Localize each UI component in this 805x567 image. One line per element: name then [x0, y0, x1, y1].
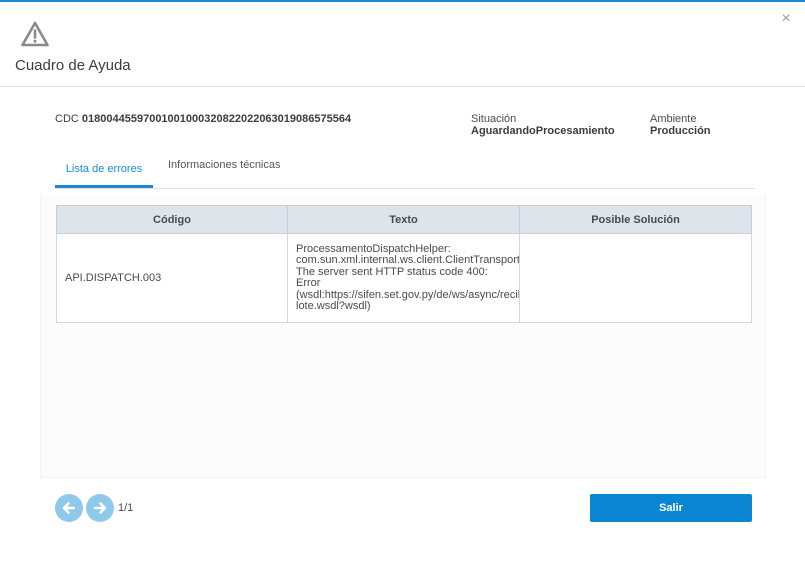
salir-button[interactable]: Salir [590, 494, 752, 522]
header-posible-solucion: Posible Solución [519, 205, 752, 234]
header-texto: Texto [287, 205, 520, 234]
table-row: API.DISPATCH.003 ProcessamentoDispatchHe… [56, 233, 752, 323]
table-header-row: Código Texto Posible Solución [56, 205, 752, 234]
cell-texto-content: ProcessamentoDispatchHelper: com.sun.xml… [296, 243, 519, 312]
header-codigo: Código [56, 205, 288, 234]
situacion-value: AguardandoProcesamiento [471, 125, 615, 137]
next-page-button[interactable] [86, 494, 114, 522]
cell-codigo: API.DISPATCH.003 [56, 233, 288, 323]
tab-bar: Lista de errores Informaciones técnicas [55, 153, 755, 189]
dialog-title: Cuadro de Ayuda [15, 57, 131, 74]
tab-informaciones-tecnicas[interactable]: Informaciones técnicas [168, 153, 288, 188]
cdc-label: CDC [55, 113, 79, 125]
cdc-value: 0180044559700100100032082202206301908657… [81, 113, 352, 125]
close-icon: × [781, 10, 791, 27]
arrow-left-icon [62, 502, 76, 514]
warning-triangle-icon [20, 20, 50, 48]
header-divider [0, 86, 805, 87]
cell-texto: ProcessamentoDispatchHelper: com.sun.xml… [287, 233, 520, 323]
errors-table: Código Texto Posible Solución API.DISPAT… [56, 205, 752, 323]
ambiente-label: Ambiente [650, 113, 697, 125]
arrow-right-icon [93, 502, 107, 514]
situacion-label: Situación [471, 113, 517, 125]
situacion-info: Situación AguardandoProcesamiento [471, 113, 615, 137]
close-button[interactable]: × [779, 10, 793, 27]
top-accent-line [0, 0, 805, 2]
previous-page-button[interactable] [55, 494, 83, 522]
ambiente-info: Ambiente Producción [650, 113, 711, 137]
cell-posible-solucion [519, 233, 752, 323]
tab-lista-de-errores[interactable]: Lista de errores [55, 153, 153, 188]
cdc-info: CDC 018004455970010010003208220220630190… [55, 113, 351, 125]
page-count: 1/1 [118, 502, 134, 514]
ambiente-value: Producción [650, 125, 711, 137]
